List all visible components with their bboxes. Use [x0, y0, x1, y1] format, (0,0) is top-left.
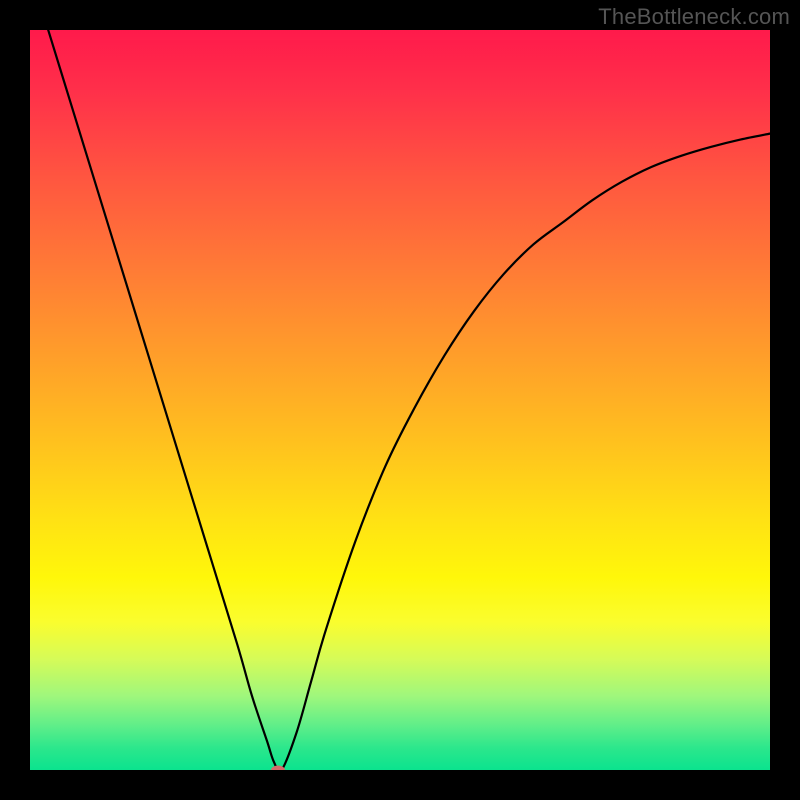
chart-frame: TheBottleneck.com: [0, 0, 800, 800]
bottleneck-curve-path: [30, 30, 770, 770]
curve-svg: [30, 30, 770, 770]
dip-marker: [271, 766, 285, 771]
plot-area: [30, 30, 770, 770]
watermark-text: TheBottleneck.com: [598, 4, 790, 30]
